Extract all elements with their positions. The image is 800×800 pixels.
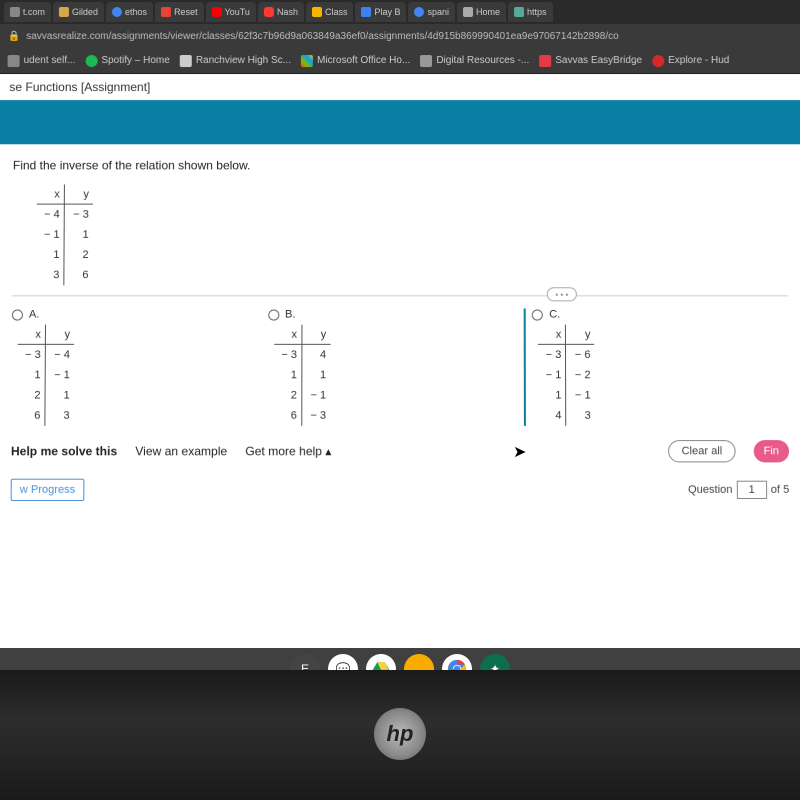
bookmarks-bar: udent self... Spotify – Home Ranchview H… [0, 48, 800, 74]
bookmark-icon [8, 55, 20, 67]
help-solve-button[interactable]: Help me solve this [11, 444, 117, 458]
bookmark[interactable]: udent self... [8, 55, 76, 67]
site-icon [10, 7, 20, 17]
bookmark[interactable]: Ranchview High Sc... [180, 55, 291, 67]
site-icon [112, 7, 122, 17]
clear-all-button[interactable]: Clear all [668, 440, 735, 462]
lock-icon: 🔒 [8, 30, 21, 41]
finish-button[interactable]: Fin [753, 440, 789, 462]
url-text: savvasrealize.com/assignments/viewer/cla… [26, 30, 619, 41]
site-icon [414, 7, 424, 17]
site-icon [212, 7, 222, 17]
bookmark[interactable]: Spotify – Home [85, 55, 170, 67]
bookmark-icon [652, 55, 664, 67]
tab[interactable]: Play B [355, 2, 406, 22]
savvas-icon [539, 55, 551, 67]
spotify-icon [85, 55, 97, 67]
site-icon [59, 7, 69, 17]
bookmark-icon [180, 55, 192, 67]
url-bar[interactable]: 🔒 savvasrealize.com/assignments/viewer/c… [0, 24, 800, 48]
help-row: Help me solve this View an example Get m… [0, 426, 800, 471]
screen: t.com Gilded ethos Reset YouTu Nash Clas… [0, 0, 800, 708]
tab[interactable]: Class [306, 2, 354, 22]
question-number-input[interactable]: 1 [736, 481, 766, 499]
tab[interactable]: ethos [106, 2, 153, 22]
site-icon [514, 7, 524, 17]
site-icon [264, 7, 274, 17]
get-more-help-button[interactable]: Get more help ▴ [245, 444, 331, 458]
more-button[interactable]: • • • [547, 287, 577, 301]
problem-area: Find the inverse of the relation shown b… [0, 144, 800, 296]
given-table: xy − 4− 3 − 11 12 36 [36, 184, 93, 285]
tab[interactable]: t.com [4, 2, 51, 22]
option-c[interactable]: C. xy − 3− 6 − 1− 2 1− 1 43 [524, 308, 789, 425]
footer-row: w Progress Question 1 of 5 [0, 471, 800, 510]
radio-c[interactable] [532, 309, 543, 320]
microsoft-icon [301, 55, 313, 67]
view-example-button[interactable]: View an example [135, 444, 227, 458]
page-content: se Functions [Assignment] Find the inver… [0, 74, 800, 708]
site-icon [312, 7, 322, 17]
tab[interactable]: YouTu [206, 2, 256, 22]
tab[interactable]: https [508, 2, 553, 22]
option-b[interactable]: B. xy − 34 11 2− 1 6− 3 [268, 308, 525, 425]
site-icon [361, 7, 371, 17]
page-title: se Functions [Assignment] [0, 74, 800, 100]
bookmark[interactable]: Savvas EasyBridge [539, 55, 642, 67]
radio-b[interactable] [268, 309, 279, 320]
progress-button[interactable]: w Progress [11, 479, 85, 501]
divider: • • • [12, 295, 788, 296]
bookmark[interactable]: Microsoft Office Ho... [301, 55, 410, 67]
tab[interactable]: Home [457, 2, 506, 22]
tab[interactable]: Nash [258, 2, 304, 22]
question-prompt: Find the inverse of the relation shown b… [13, 158, 787, 172]
tab[interactable]: Gilded [53, 2, 104, 22]
question-total: of 5 [771, 484, 790, 496]
site-icon [463, 7, 473, 17]
hp-logo: hp [374, 708, 426, 760]
question-label: Question [688, 484, 732, 496]
header-bar [0, 100, 800, 144]
tab[interactable]: Reset [155, 2, 204, 22]
site-icon [161, 7, 171, 17]
tab[interactable]: spani [408, 2, 455, 22]
browser-tabs: t.com Gilded ethos Reset YouTu Nash Clas… [0, 0, 800, 24]
radio-a[interactable] [12, 309, 23, 320]
bookmark[interactable]: Explore - Hud [652, 55, 729, 67]
bookmark[interactable]: Digital Resources -... [420, 55, 529, 67]
option-a[interactable]: A. xy − 3− 4 1− 1 21 63 [11, 308, 268, 425]
bookmark-icon [420, 55, 432, 67]
answer-options: A. xy − 3− 4 1− 1 21 63 B. xy − 34 11 2−… [0, 302, 800, 425]
